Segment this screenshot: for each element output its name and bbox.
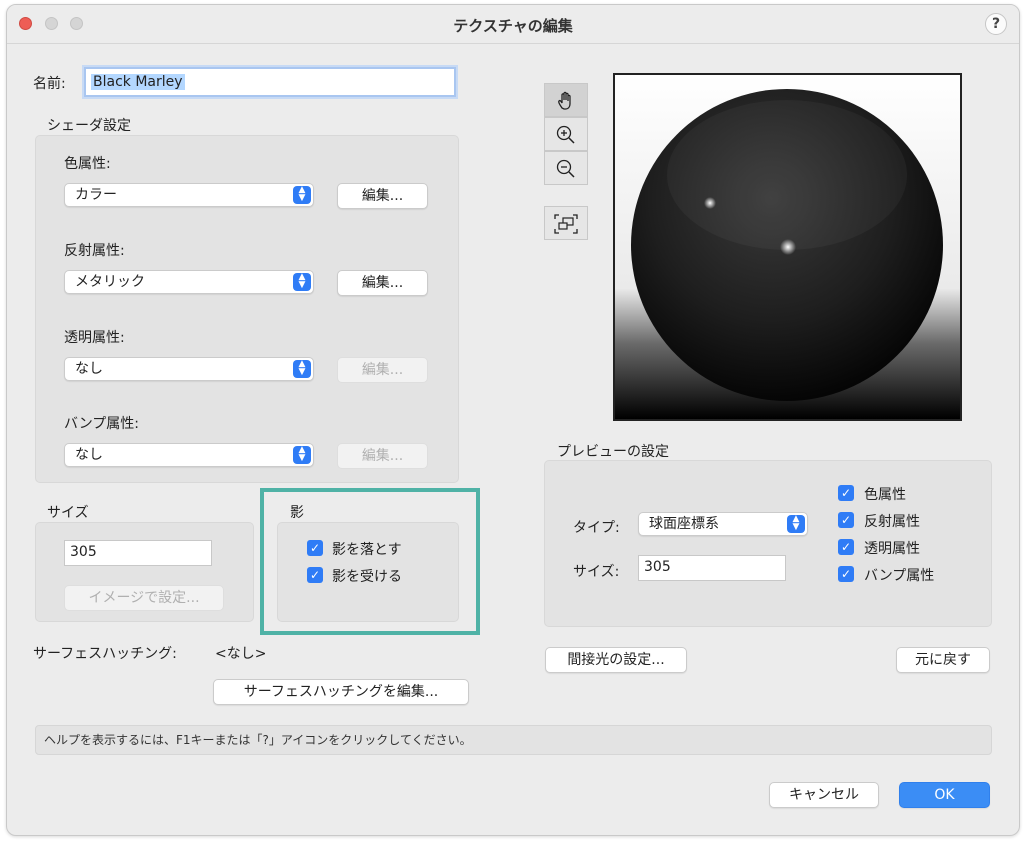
cancel-button[interactable]: キャンセル	[769, 782, 879, 808]
preview-bump-label: バンプ属性	[864, 568, 935, 584]
shader-settings-title: シェーダ設定	[47, 118, 131, 134]
surface-hatching-value: <なし>	[215, 646, 267, 662]
reflect-attr-label: 反射属性:	[64, 243, 125, 259]
color-attr-value: カラー	[75, 187, 117, 203]
select-arrows-icon: ▲ ▼	[787, 515, 805, 533]
shadow-highlight-box	[260, 488, 480, 635]
ok-button[interactable]: OK	[899, 782, 990, 808]
bump-attr-value: なし	[75, 447, 103, 463]
select-arrows-icon: ▲ ▼	[293, 186, 311, 204]
preview-size-input[interactable]: 305	[638, 555, 786, 581]
transparent-attr-label: 透明属性:	[64, 330, 125, 346]
reflect-attr-value: メタリック	[75, 274, 145, 290]
window-title: テクスチャの編集	[453, 17, 573, 35]
zoom-in-button[interactable]	[544, 117, 588, 151]
select-arrows-icon: ▲ ▼	[293, 360, 311, 378]
preview-transparent-checkbox[interactable]: ✓	[838, 539, 854, 555]
preview-transparent-label: 透明属性	[864, 541, 920, 557]
pan-tool-button[interactable]	[544, 83, 588, 117]
name-input[interactable]: Black Marley	[84, 67, 456, 97]
help-button[interactable]: ?	[985, 13, 1007, 35]
preview-color-checkbox[interactable]: ✓	[838, 485, 854, 501]
preview-settings-panel	[544, 460, 992, 627]
reflect-edit-button[interactable]: 編集...	[337, 270, 428, 296]
preview-color-label: 色属性	[864, 487, 906, 503]
fit-view-button[interactable]	[544, 206, 588, 240]
preview-reflect-checkbox[interactable]: ✓	[838, 512, 854, 528]
name-label: 名前:	[33, 76, 66, 92]
preview-size-label: サイズ:	[573, 564, 620, 580]
zoom-out-button[interactable]	[544, 151, 588, 185]
indirect-light-settings-button[interactable]: 間接光の設定...	[545, 647, 687, 673]
preview-settings-title: プレビューの設定	[557, 444, 669, 460]
color-attr-select[interactable]: カラー ▲ ▼	[64, 183, 314, 207]
name-input-value: Black Marley	[91, 74, 185, 90]
preview-type-select[interactable]: 球面座標系 ▲ ▼	[638, 512, 808, 536]
transparent-edit-button[interactable]: 編集...	[337, 357, 428, 383]
reset-button[interactable]: 元に戻す	[896, 647, 990, 673]
bump-attr-label: バンプ属性:	[64, 416, 139, 432]
surface-hatching-label: サーフェスハッチング:	[33, 646, 177, 662]
hand-icon	[558, 91, 571, 110]
set-by-image-button[interactable]: イメージで設定...	[64, 585, 224, 611]
reflect-attr-select[interactable]: メタリック ▲ ▼	[64, 270, 314, 294]
edit-surface-hatching-button[interactable]: サーフェスハッチングを編集...	[213, 679, 469, 705]
texture-edit-dialog: テクスチャの編集 ? 名前: Black Marley シェーダ設定 色属性: …	[6, 4, 1020, 836]
preview-reflect-label: 反射属性	[864, 514, 920, 530]
bump-attr-select[interactable]: なし ▲ ▼	[64, 443, 314, 467]
color-edit-button[interactable]: 編集...	[337, 183, 428, 209]
size-title: サイズ	[47, 505, 89, 521]
help-status-bar: ヘルプを表示するには、F1キーまたは「?」アイコンをクリックしてください。	[35, 725, 992, 755]
sphere-preview-image	[631, 89, 943, 401]
preview-bump-checkbox[interactable]: ✓	[838, 566, 854, 582]
bump-edit-button[interactable]: 編集...	[337, 443, 428, 469]
transparent-attr-select[interactable]: なし ▲ ▼	[64, 357, 314, 381]
zoom-out-icon	[556, 159, 575, 178]
preview-type-label: タイプ:	[573, 520, 620, 536]
texture-preview	[613, 73, 962, 421]
title-bar: テクスチャの編集 ?	[7, 5, 1019, 44]
color-attr-label: 色属性:	[64, 156, 111, 172]
select-arrows-icon: ▲ ▼	[293, 273, 311, 291]
select-arrows-icon: ▲ ▼	[293, 446, 311, 464]
fit-view-icon	[554, 214, 578, 234]
size-input[interactable]: 305	[64, 540, 212, 566]
zoom-in-icon	[556, 125, 575, 144]
transparent-attr-value: なし	[75, 361, 103, 377]
preview-type-value: 球面座標系	[649, 516, 719, 532]
